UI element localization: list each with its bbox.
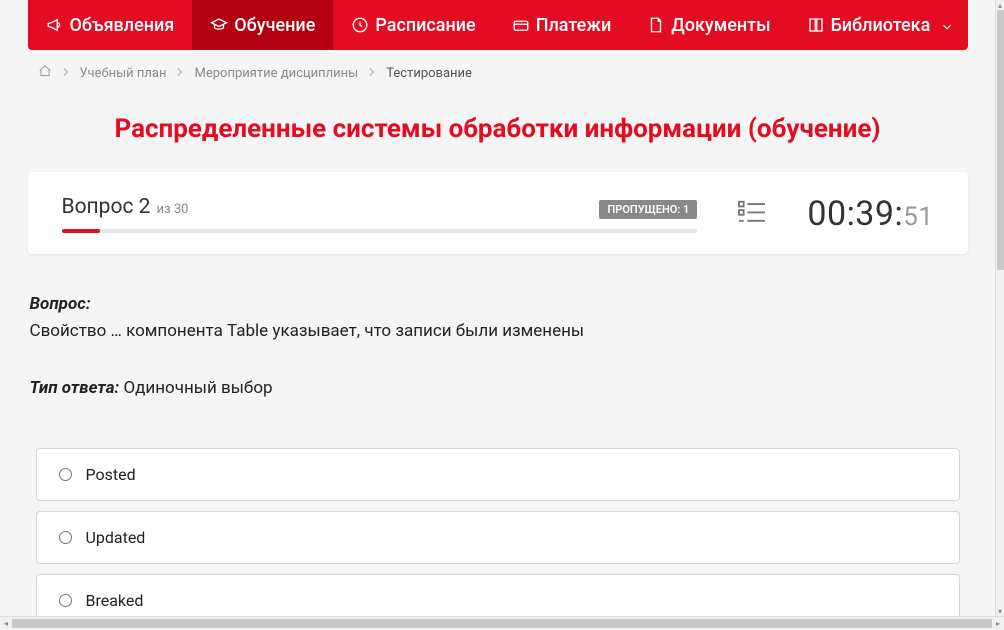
answer-option[interactable]: Breaked [36,574,960,616]
nav-label: Платежи [536,15,612,36]
horizontal-scrollbar[interactable]: ◂ ▸ [0,616,1004,630]
document-icon [647,16,665,34]
megaphone-icon [46,16,64,34]
answer-radio[interactable] [59,468,72,481]
breadcrumb-item-curriculum[interactable]: Учебный план [80,66,167,81]
nav-item-library[interactable]: Библиотека [789,0,973,50]
progress-fill [62,229,100,233]
answer-type: Тип ответа: Одиночный выбор [30,378,966,398]
vertical-scrollbar[interactable]: ▴ ▾ [995,0,1004,616]
nav-item-education[interactable]: Обучение [192,0,333,50]
question-total: из 30 [156,202,188,217]
question-label: Вопрос: [30,294,966,314]
nav-label: Документы [671,15,770,36]
timer-seconds: 51 [903,202,933,232]
of-word: из [156,202,170,217]
question-counter: Вопрос 2 [62,195,151,219]
graduation-cap-icon [210,16,228,34]
question-body: Вопрос: Свойство … компонента Table указ… [28,254,968,616]
horizontal-scroll-thumb[interactable] [12,619,992,628]
top-nav: Объявления Обучение Расписание [28,0,968,50]
chevron-down-icon [940,18,954,32]
nav-label: Объявления [70,15,175,36]
skipped-badge: ПРОПУЩЕНО: 1 [599,200,697,219]
chevron-right-icon [176,66,184,81]
answer-list: Posted Updated Breaked [30,448,966,616]
progress-bar [62,229,698,233]
question-progress: Вопрос 2 из 30 ПРОПУЩЕНО: 1 [62,195,698,233]
question-list-icon[interactable] [737,199,767,229]
breadcrumb-item-event[interactable]: Мероприятие дисциплины [194,66,358,81]
scroll-left-arrow[interactable]: ◂ [0,619,12,628]
home-icon[interactable] [38,64,52,82]
breadcrumb: Учебный план Мероприятие дисциплины Тест… [28,50,968,96]
answer-label: Posted [86,465,136,484]
question-text: Свойство … компонента Table указывает, ч… [30,320,966,344]
timer-main: 00:39: [807,194,903,234]
answer-radio[interactable] [59,531,72,544]
clock-icon [351,16,369,34]
timer: 00:39:51 [807,194,933,234]
page-title: Распределенные системы обработки информа… [28,114,968,144]
answer-label: Updated [86,528,146,547]
chevron-right-icon [62,66,70,81]
question-number: 2 [139,195,151,219]
book-icon [807,16,825,34]
nav-label: Расписание [375,15,475,36]
scroll-up-arrow[interactable]: ▴ [996,0,1004,10]
nav-label: Библиотека [831,15,931,36]
nav-item-announcements[interactable]: Объявления [28,0,193,50]
scroll-down-arrow[interactable]: ▾ [996,606,1004,616]
nav-label: Обучение [234,15,315,36]
answer-type-label: Тип ответа: [30,378,120,398]
nav-item-payments[interactable]: Платежи [494,0,630,50]
breadcrumb-item-testing: Тестирование [386,66,472,81]
answer-type-value: Одиночный выбор [123,378,272,398]
chevron-right-icon [368,66,376,81]
question-word: Вопрос [62,195,134,219]
answer-label: Breaked [86,591,144,610]
total-number: 30 [174,202,189,217]
answer-option[interactable]: Updated [36,511,960,564]
answer-radio[interactable] [59,594,72,607]
status-card: Вопрос 2 из 30 ПРОПУЩЕНО: 1 [28,172,968,254]
nav-item-schedule[interactable]: Расписание [333,0,493,50]
scroll-right-arrow[interactable]: ▸ [992,619,1004,628]
vertical-scroll-thumb[interactable] [997,10,1004,270]
payment-icon [512,16,530,34]
answer-option[interactable]: Posted [36,448,960,501]
nav-item-documents[interactable]: Документы [629,0,788,50]
